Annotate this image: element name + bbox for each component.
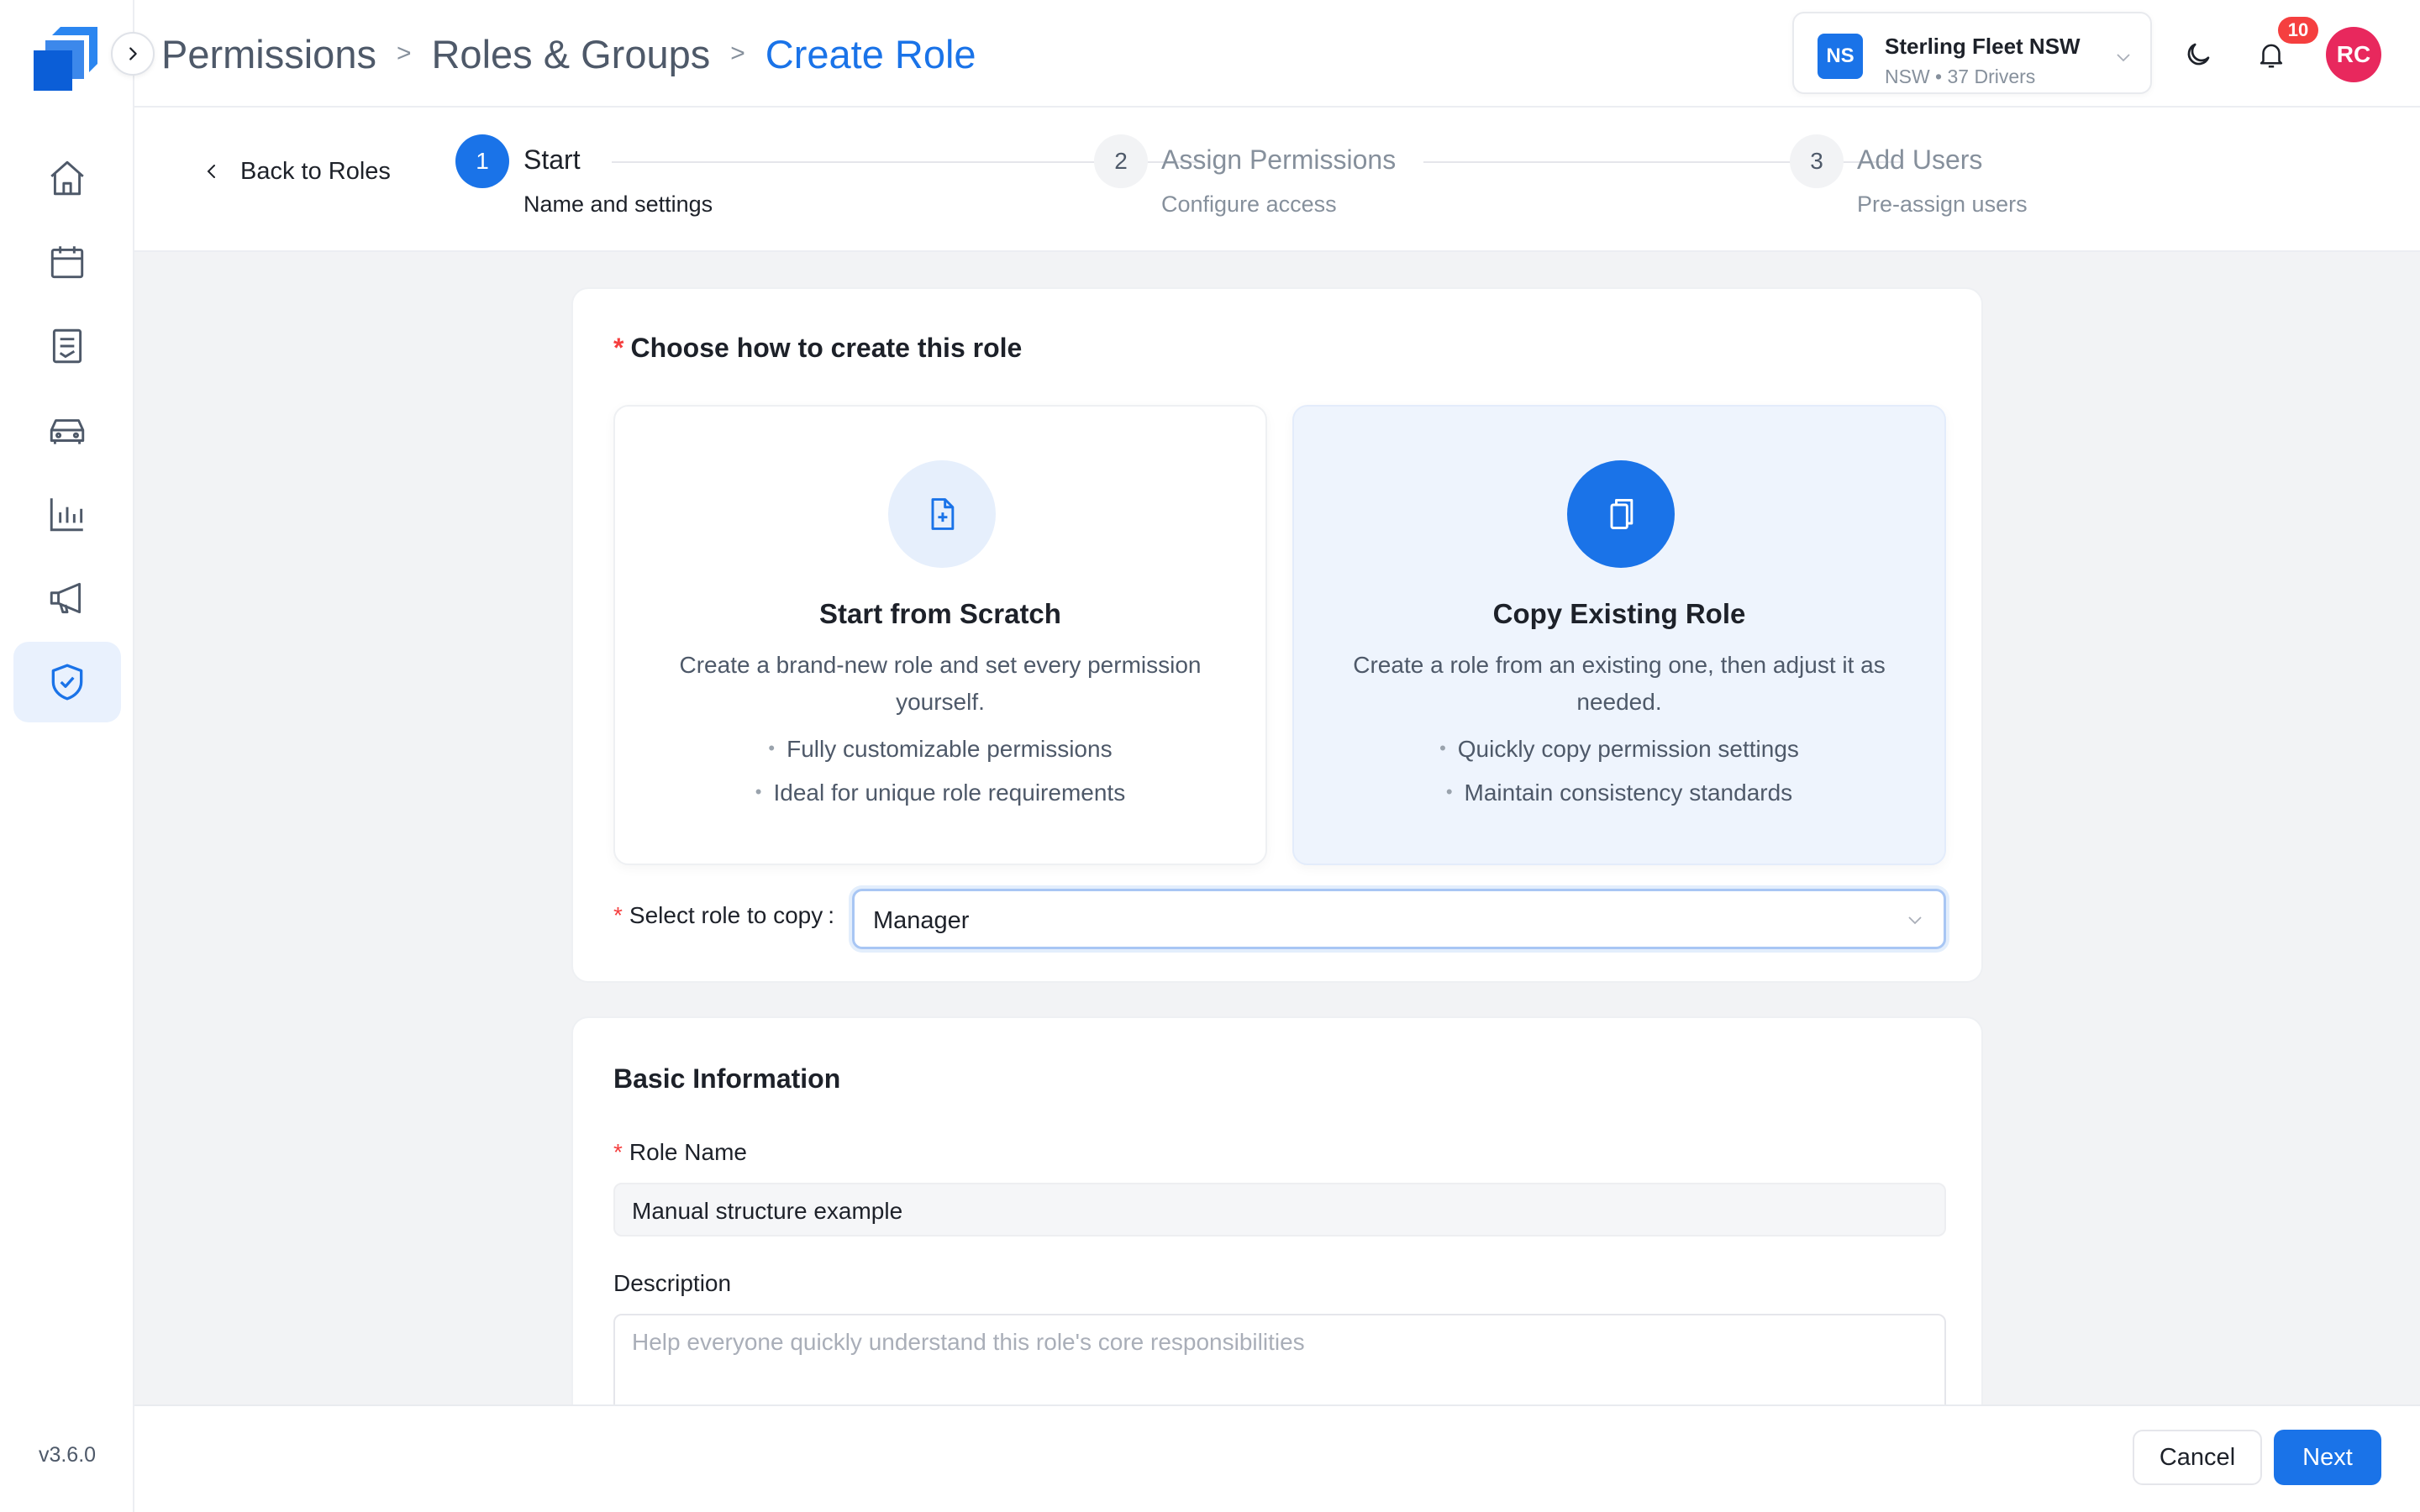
bar-chart-icon: [50, 498, 83, 532]
org-badge: NS: [1818, 34, 1863, 79]
role-name-input[interactable]: Manual structure example: [613, 1183, 1946, 1236]
new-document-icon: [888, 460, 996, 568]
step-1-subtitle: Name and settings: [523, 192, 713, 217]
chevron-left-icon: [207, 165, 215, 178]
role-name-value: Manual structure example: [632, 1198, 903, 1224]
option-description: Create a role from an existing one, then…: [1353, 652, 1886, 715]
role-name-label: * Role Name: [613, 1139, 747, 1165]
back-to-roles-label: Back to Roles: [240, 157, 391, 185]
app-logo[interactable]: [30, 22, 104, 96]
breadcrumb-separator: >: [396, 39, 412, 67]
sidebar: v3.6.0: [0, 0, 134, 1512]
option-copy-existing-role[interactable]: Copy Existing Role Create a role from an…: [1292, 405, 1946, 865]
step-3-subtitle: Pre-assign users: [1857, 192, 2028, 217]
bell-icon: [2260, 44, 2283, 68]
sidebar-item-vehicles[interactable]: [13, 390, 121, 470]
create-method-title: * Choose how to create this role: [613, 333, 1023, 363]
option-bullet: • Quickly copy permission settings: [1439, 736, 1799, 762]
role-to-copy-select[interactable]: Manager: [852, 889, 1946, 949]
description-placeholder: Help everyone quickly understand this ro…: [632, 1329, 1305, 1355]
sidebar-item-reports[interactable]: [13, 474, 121, 554]
cancel-button[interactable]: Cancel: [2133, 1430, 2262, 1485]
user-avatar[interactable]: RC: [2326, 27, 2381, 82]
notification-count-badge: 10: [2278, 17, 2318, 44]
shield-check-icon: [51, 664, 83, 701]
steps-bar: Back to Roles 1 Start Name and settings …: [134, 108, 2420, 252]
car-icon: [50, 419, 85, 444]
option-title: Copy Existing Role: [1492, 598, 1746, 629]
org-subtitle: NSW • 37 Drivers: [1885, 66, 2036, 87]
option-bullet: • Ideal for unique role requirements: [755, 780, 1126, 806]
top-header: Permissions > Roles & Groups > Create Ro…: [134, 0, 2420, 108]
step-2-subtitle: Configure access: [1161, 192, 1337, 217]
sidebar-item-permissions[interactable]: [13, 642, 121, 722]
step-3-number: 3: [1790, 134, 1844, 188]
sidebar-item-home[interactable]: [13, 138, 121, 218]
back-to-roles-link[interactable]: Back to Roles: [202, 151, 391, 192]
breadcrumb-current: Create Role: [765, 31, 976, 76]
copy-document-icon: [1567, 460, 1675, 568]
app-version: v3.6.0: [38, 1443, 97, 1467]
breadcrumb-separator: >: [730, 39, 745, 67]
sidebar-item-calendar[interactable]: [13, 222, 121, 302]
step-2-title: Assign Permissions: [1161, 144, 1397, 175]
select-role-label: * Select role to copy:: [613, 902, 835, 928]
option-description: Create a brand-new role and set every pe…: [679, 652, 1202, 715]
theme-toggle-button[interactable]: [2177, 34, 2219, 76]
calendar-icon: [50, 246, 84, 279]
sidebar-item-announcements[interactable]: [13, 558, 121, 638]
org-name: Sterling Fleet NSW: [1885, 34, 2081, 59]
home-icon: [50, 160, 84, 196]
step-3-title: Add Users: [1857, 144, 1983, 175]
select-value: Manager: [873, 907, 970, 934]
megaphone-icon: [50, 582, 82, 614]
option-start-from-scratch[interactable]: Start from Scratch Create a brand-new ro…: [613, 405, 1267, 865]
chevron-right-icon: [129, 47, 137, 60]
action-footer: Cancel Next: [134, 1404, 2420, 1512]
option-bullet: • Fully customizable permissions: [768, 736, 1113, 762]
moon-icon: [2187, 43, 2210, 66]
breadcrumb-item-roles-groups[interactable]: Roles & Groups: [431, 31, 710, 77]
create-method-card: * Choose how to create this role Start fr…: [571, 287, 1983, 983]
next-button[interactable]: Next: [2274, 1430, 2381, 1485]
description-label: Description: [613, 1270, 732, 1296]
basic-information-title: Basic Information: [613, 1063, 841, 1094]
breadcrumb-item-permissions[interactable]: Permissions: [161, 31, 376, 77]
step-1-title: Start: [523, 144, 581, 175]
chevron-down-icon: [2117, 54, 2130, 62]
option-title: Start from Scratch: [819, 598, 1061, 629]
breadcrumb: Permissions > Roles & Groups > Create Ro…: [161, 25, 976, 82]
step-1-number: 1: [455, 134, 509, 188]
step-2-number: 2: [1094, 134, 1148, 188]
basic-information-card: Basic Information * Role Name Manual stru…: [571, 1016, 1983, 1436]
document-list-icon: [52, 328, 82, 364]
sidebar-expand-button[interactable]: [111, 32, 155, 76]
option-bullet: • Maintain consistency standards: [1445, 780, 1793, 806]
chevron-down-icon: [1908, 916, 1922, 925]
organization-switcher[interactable]: NS Sterling Fleet NSW NSW • 37 Drivers: [1792, 12, 2152, 94]
sidebar-item-documents[interactable]: [13, 306, 121, 386]
